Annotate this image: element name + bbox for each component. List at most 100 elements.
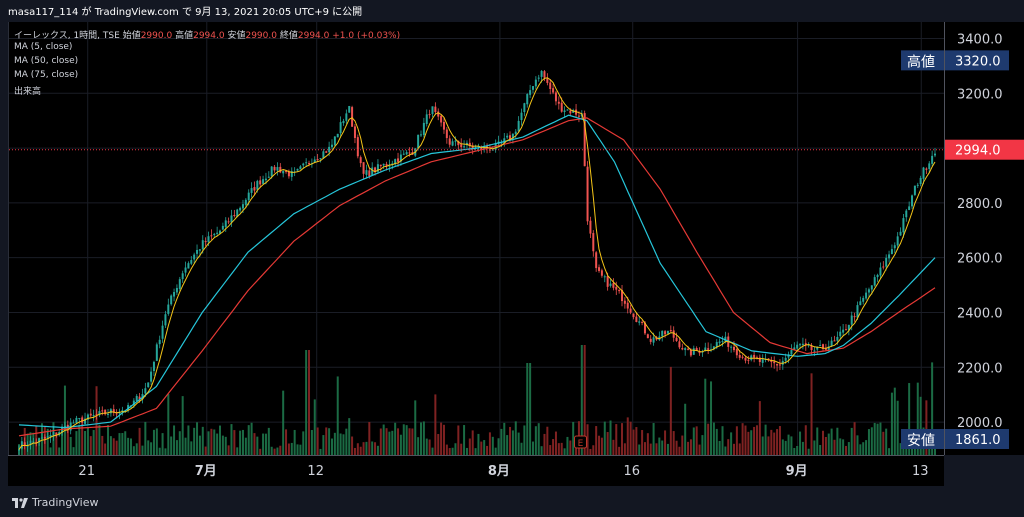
candle-body <box>933 153 937 156</box>
candle-body <box>641 321 644 323</box>
time-tick-label: 21 <box>78 464 95 479</box>
volume-bar <box>623 443 626 455</box>
candle-body <box>244 199 247 205</box>
volume-bar <box>155 428 158 455</box>
volume-bar <box>669 366 672 455</box>
candle-body <box>681 348 684 350</box>
legend-ma75[interactable]: MA (75, close) <box>14 70 78 80</box>
candle-body <box>629 308 632 313</box>
price-chart-area[interactable]: E 高値 安値 <box>8 22 945 455</box>
candle-body <box>445 129 448 139</box>
candle-body <box>402 153 405 155</box>
tradingview-logo[interactable]: TradingView <box>12 496 98 509</box>
volume-bar <box>425 438 428 455</box>
candle-body <box>523 103 526 112</box>
volume-bar <box>63 385 66 455</box>
volume-bar <box>330 438 333 455</box>
volume-bar <box>534 426 537 455</box>
candle-body <box>463 146 466 148</box>
candle-body <box>626 302 629 309</box>
candle-body <box>161 325 164 339</box>
candle-body <box>506 135 509 138</box>
volume-bar <box>147 440 150 455</box>
volume-bar <box>494 447 497 455</box>
volume-bar <box>244 437 247 455</box>
volume-bar <box>98 424 101 455</box>
candle-body <box>738 354 741 358</box>
candle-body <box>684 348 687 351</box>
volume-bar <box>537 423 540 455</box>
volume-bar <box>520 442 523 455</box>
price-tick-label: 2600.0 <box>957 252 1003 267</box>
volume-bar <box>141 445 144 455</box>
volume-bar <box>865 440 868 455</box>
volume-bar <box>847 442 850 455</box>
candle-body <box>201 240 204 250</box>
time-tick-label: 9月 <box>786 464 808 479</box>
candle-body <box>296 168 299 171</box>
candle-body <box>233 215 236 217</box>
volume-bar <box>239 430 242 455</box>
volume-bar <box>382 424 385 455</box>
volume-bar <box>132 446 135 455</box>
low-label: 安値 <box>907 433 935 449</box>
volume-bar <box>770 429 773 455</box>
volume-bar <box>721 426 724 455</box>
volume-bar <box>747 431 750 455</box>
volume-bar <box>150 442 153 455</box>
volume-bar <box>224 436 227 455</box>
candle-body <box>135 395 138 402</box>
legend-volume[interactable]: 出来高 <box>14 84 41 97</box>
candle-body <box>190 260 193 264</box>
candle-body <box>308 163 311 165</box>
chart-canvas: E高値安値 <box>9 22 945 455</box>
candle-body <box>730 346 733 348</box>
candle-body <box>147 382 150 388</box>
legend-ma5[interactable]: MA (5, close) <box>14 42 72 52</box>
volume-bar <box>491 436 494 455</box>
tradingview-icon <box>12 497 28 508</box>
candle-body <box>181 273 184 280</box>
candle-body <box>282 171 285 174</box>
candle-body <box>652 337 655 343</box>
volume-bar <box>184 437 187 455</box>
candle-body <box>454 140 457 142</box>
volume-bar <box>118 433 121 455</box>
volume-bar <box>672 431 675 455</box>
candle-body <box>623 300 626 304</box>
candle-body <box>916 184 919 186</box>
volume-bar <box>460 443 463 455</box>
candle-body <box>187 263 190 269</box>
candle-body <box>451 141 454 146</box>
volume-bar <box>471 430 474 455</box>
volume-bar <box>888 448 891 455</box>
volume-bar <box>474 448 477 455</box>
volume-bar <box>376 445 379 455</box>
candle-body <box>250 188 253 193</box>
volume-bar <box>885 428 888 455</box>
volume-bar <box>569 440 572 455</box>
volume-bar <box>632 429 635 455</box>
candle-body <box>776 364 779 366</box>
candle-body <box>520 112 523 121</box>
volume-bar <box>104 443 107 455</box>
candle-body <box>692 348 695 355</box>
candle-body <box>78 417 81 419</box>
volume-bar <box>127 437 130 455</box>
legend-ma50[interactable]: MA (50, close) <box>14 56 78 66</box>
candle-body <box>325 151 328 153</box>
volume-bar <box>216 433 219 455</box>
time-axis[interactable]: 21 7月 12 8月 16 9月 13 <box>8 455 944 486</box>
candle-body <box>687 348 690 350</box>
volume-bar <box>465 447 468 455</box>
volume-bar <box>58 447 61 455</box>
candle-body <box>664 331 667 335</box>
candle-body <box>207 236 210 242</box>
candle-body <box>902 218 905 233</box>
candle-body <box>178 279 181 289</box>
volume-bar <box>342 434 345 455</box>
candle-body <box>216 232 219 234</box>
volume-bar <box>256 436 259 455</box>
price-axis[interactable]: 2000.0 2200.0 2400.0 2600.0 2800.0 3200.0 3400… <box>944 22 1024 455</box>
volume-bar <box>658 437 661 455</box>
